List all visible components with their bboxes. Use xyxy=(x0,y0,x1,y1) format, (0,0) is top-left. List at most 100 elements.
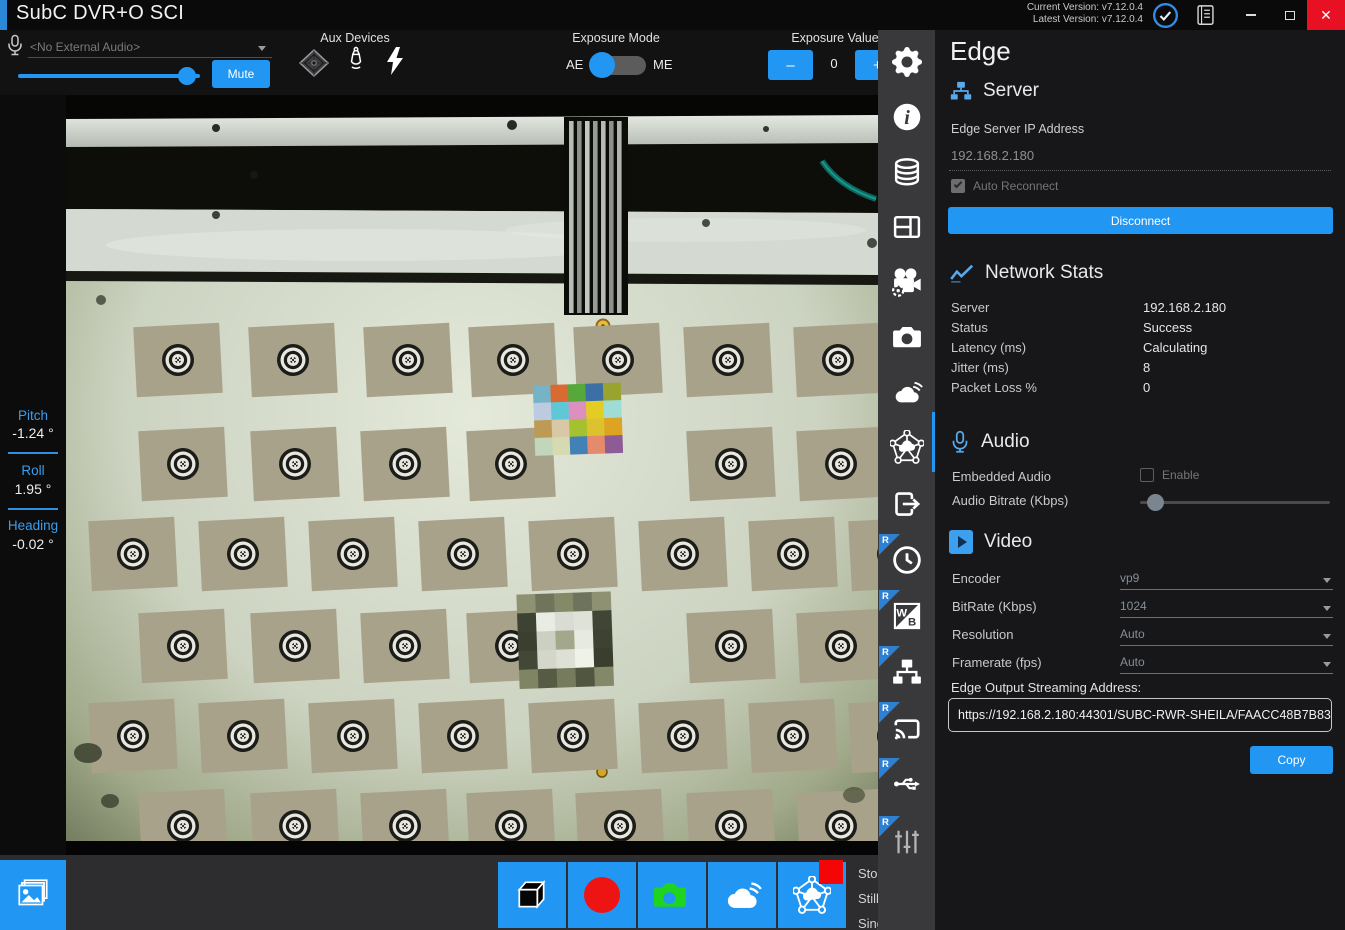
toggle-knob[interactable] xyxy=(589,52,615,78)
enable-row: Enable xyxy=(1140,468,1199,482)
bottom-toolbar: Sto Still Sing xyxy=(0,855,935,930)
network-stats-heading: Network Stats xyxy=(950,262,1103,284)
sidebar-item-video-settings[interactable] xyxy=(878,255,935,309)
sidebar-item-timer[interactable]: R xyxy=(878,533,935,587)
sidebar-item-edge[interactable] xyxy=(878,420,935,474)
app-title: SubC DVR+O SCI xyxy=(16,2,184,25)
stream-address-input[interactable]: https://192.168.2.180:44301/SUBC-RWR-SHE… xyxy=(948,698,1332,732)
svg-text:B: B xyxy=(907,617,915,629)
info-icon: i xyxy=(893,103,921,131)
select-underline xyxy=(1120,589,1333,590)
bitrate-select[interactable]: 1024 xyxy=(1120,599,1147,613)
sidebar-item-export[interactable] xyxy=(878,477,935,531)
volume-slider[interactable] xyxy=(18,74,200,78)
auto-reconnect-checkbox[interactable] xyxy=(951,179,965,193)
audio-section-heading: Audio xyxy=(950,430,1030,454)
video-camera-gear-icon xyxy=(891,267,923,297)
svg-text:i: i xyxy=(904,107,910,129)
usb-icon xyxy=(891,770,923,798)
copy-button[interactable]: Copy xyxy=(1250,746,1333,774)
latest-version: Latest Version: v7.12.0.4 xyxy=(1027,14,1143,26)
chevron-down-icon[interactable] xyxy=(1323,606,1331,611)
audio-bitrate-slider[interactable] xyxy=(1140,501,1330,504)
select-underline xyxy=(1120,673,1333,674)
audio-device-select[interactable]: <No External Audio> xyxy=(30,40,140,54)
underwater-test-scene xyxy=(66,95,878,855)
sidebar-item-storage[interactable] xyxy=(878,145,935,199)
sidebar-item-usb[interactable]: R xyxy=(878,757,935,811)
cloud-upload-button[interactable] xyxy=(708,862,776,928)
page-title: Edge xyxy=(950,36,1011,67)
lamp-icon[interactable] xyxy=(344,46,368,83)
enable-label: Enable xyxy=(1162,468,1199,482)
chevron-down-icon[interactable] xyxy=(1323,634,1331,639)
me-label: ME xyxy=(653,57,673,72)
input-underline xyxy=(949,170,1331,171)
line-chart-icon xyxy=(950,263,974,283)
exposure-value-label: Exposure Value xyxy=(775,31,895,45)
strobe-icon[interactable] xyxy=(384,46,406,81)
audio-bitrate-knob[interactable] xyxy=(1147,494,1164,511)
chevron-down-icon[interactable] xyxy=(258,46,266,51)
sidebar-item-info[interactable]: i xyxy=(878,90,935,144)
exposure-value: 0 xyxy=(818,56,850,71)
clock-icon xyxy=(892,545,922,575)
heading-value: -0.02 ° xyxy=(0,536,66,552)
disconnect-button[interactable]: Disconnect xyxy=(948,207,1333,234)
auto-reconnect-label: Auto Reconnect xyxy=(973,179,1058,193)
manual-icon[interactable] xyxy=(1190,0,1220,30)
cube-3d-button[interactable] xyxy=(498,862,566,928)
resolution-label: Resolution xyxy=(952,627,1013,642)
sidebar-item-layout[interactable] xyxy=(878,200,935,254)
exposure-decrease-button[interactable]: – xyxy=(768,50,813,80)
maximize-button[interactable] xyxy=(1274,0,1306,30)
microphone-icon xyxy=(6,34,24,65)
video-heading-label: Video xyxy=(984,531,1032,553)
sidebar-item-network[interactable]: R xyxy=(878,645,935,699)
sidebar-item-cast[interactable]: R xyxy=(878,701,935,755)
cast-icon xyxy=(892,714,922,742)
settings-sidebar: i R R WB R R R R xyxy=(878,30,935,930)
edge-record-button[interactable] xyxy=(778,862,846,928)
select-underline xyxy=(1120,617,1333,618)
audio-heading-label: Audio xyxy=(981,431,1030,453)
ip-address-input[interactable]: 192.168.2.180 xyxy=(951,148,1034,163)
gallery-button[interactable] xyxy=(0,860,66,930)
auto-reconnect-row: Auto Reconnect xyxy=(951,179,1058,193)
minimize-button[interactable] xyxy=(1235,0,1267,30)
record-button[interactable] xyxy=(568,862,636,928)
white-balance-icon: WB xyxy=(893,602,921,630)
sidebar-item-settings[interactable] xyxy=(878,35,935,89)
cloud-wifi-icon xyxy=(891,378,923,406)
dropdown-underline xyxy=(28,57,272,58)
enable-checkbox[interactable] xyxy=(1140,468,1154,482)
stat-row: Latency (ms)Calculating xyxy=(951,340,1331,360)
volume-slider-knob[interactable] xyxy=(178,67,196,85)
chevron-down-icon[interactable] xyxy=(1323,578,1331,583)
chevron-down-icon[interactable] xyxy=(1323,662,1331,667)
audio-bitrate-label: Audio Bitrate (Kbps) xyxy=(952,493,1068,508)
database-icon xyxy=(893,158,921,186)
encoder-select[interactable]: vp9 xyxy=(1120,571,1139,585)
stream-address-label: Edge Output Streaming Address: xyxy=(951,680,1141,695)
laser-diamond-icon[interactable] xyxy=(298,48,330,83)
version-info: Current Version: v7.12.0.4 Latest Versio… xyxy=(1027,2,1143,26)
framerate-select[interactable]: Auto xyxy=(1120,655,1145,669)
resolution-select[interactable]: Auto xyxy=(1120,627,1145,641)
bitrate-label: BitRate (Kbps) xyxy=(952,599,1037,614)
roll-value: 1.95 ° xyxy=(0,481,66,497)
close-button[interactable]: ✕ xyxy=(1307,0,1345,30)
cloud-wifi-icon xyxy=(722,878,762,912)
sidebar-item-white-balance[interactable]: R WB xyxy=(878,589,935,643)
exposure-mode-toggle[interactable] xyxy=(594,56,646,75)
still-capture-button[interactable] xyxy=(638,862,706,928)
heading-label: Heading xyxy=(0,518,66,533)
sidebar-item-cloud[interactable] xyxy=(878,365,935,419)
sidebar-item-still-camera[interactable] xyxy=(878,310,935,364)
sidebar-item-adjustments[interactable]: R xyxy=(878,815,935,869)
capture-dock xyxy=(498,862,846,928)
ip-address-label: Edge Server IP Address xyxy=(951,122,1084,136)
status-label-clipped: Sto xyxy=(858,866,878,881)
mute-button[interactable]: Mute xyxy=(212,60,270,88)
divider xyxy=(8,452,58,454)
